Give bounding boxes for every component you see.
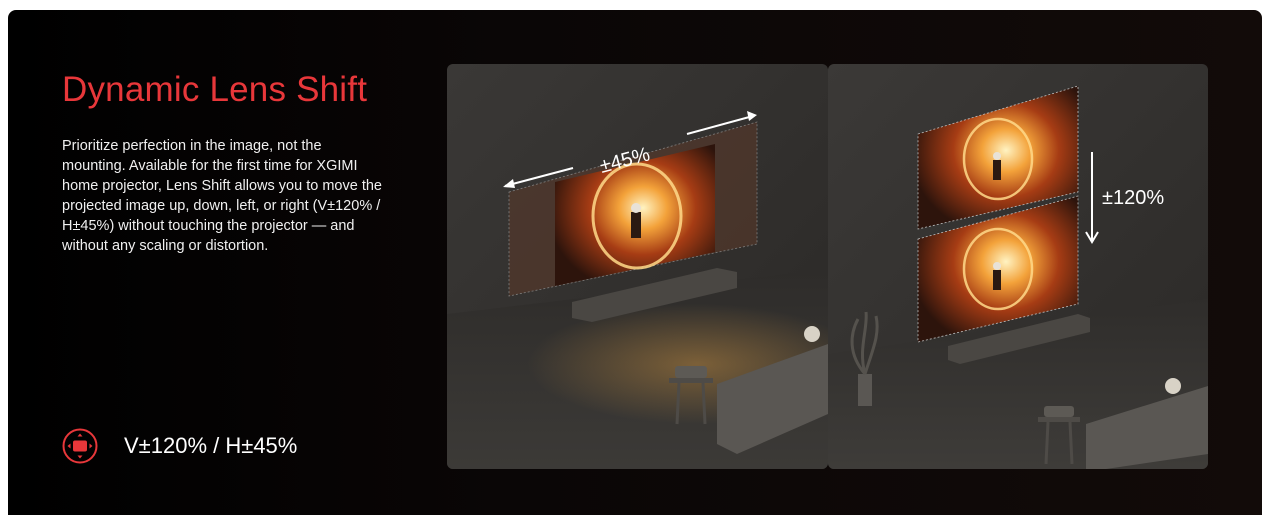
feature-title: Dynamic Lens Shift — [62, 70, 368, 109]
vertical-shift-image: ±120% — [828, 64, 1208, 469]
vertical-shift-label: ±120% — [1102, 187, 1164, 209]
lens-shift-feature-card: Dynamic Lens Shift Prioritize perfection… — [8, 10, 1262, 515]
spec-value: V±120% / H±45% — [124, 433, 298, 458]
horizontal-shift-image: ±45% — [447, 64, 828, 469]
spec-row: V±120% / H±45% — [62, 428, 297, 464]
feature-description: Prioritize perfection in the image, not … — [62, 138, 382, 254]
lens-shift-icon — [62, 428, 98, 464]
